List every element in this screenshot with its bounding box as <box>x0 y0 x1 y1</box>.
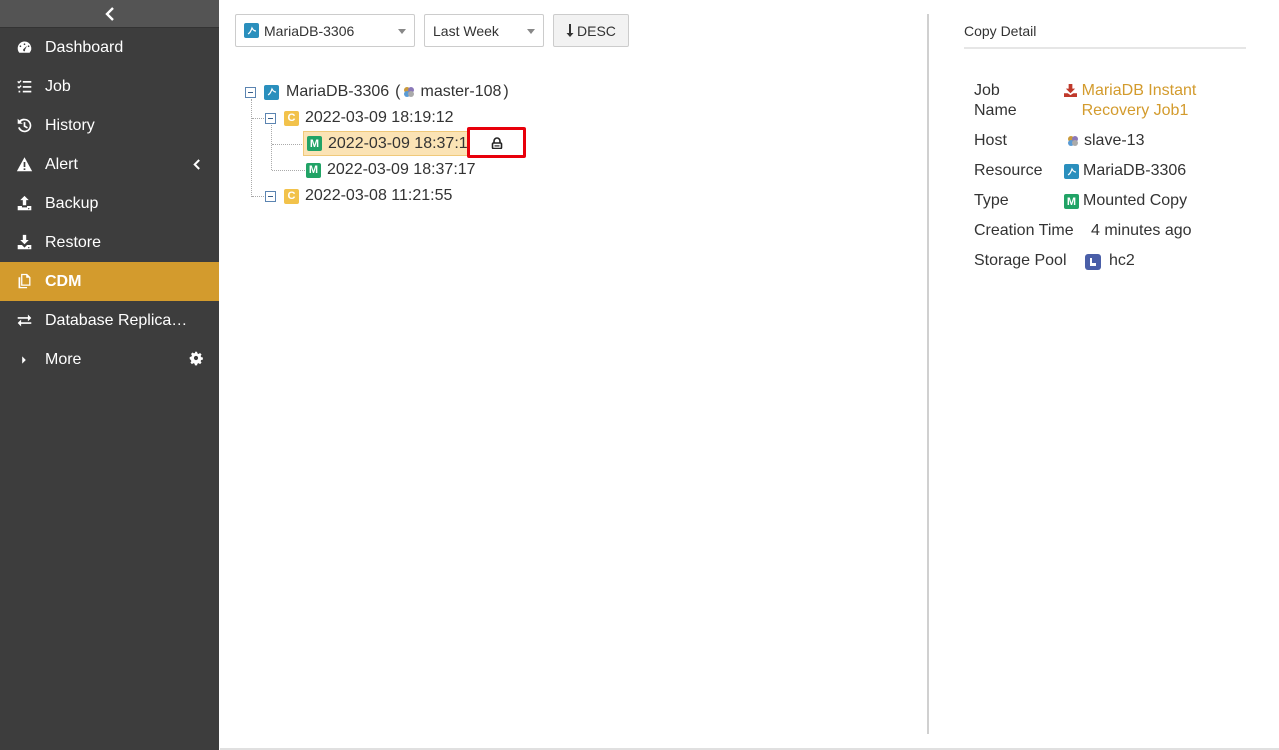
sidebar-item-cdm[interactable]: CDM <box>0 262 219 301</box>
detail-value-storage-pool: hc2 <box>1085 251 1135 271</box>
detail-label: Type <box>974 192 1009 209</box>
mount-badge: M <box>307 136 322 151</box>
sidebar-item-restore[interactable]: Restore <box>0 223 219 262</box>
collapse-toggle[interactable] <box>265 190 276 202</box>
copy-time: 2022-03-08 11:21:55 <box>305 187 453 204</box>
copy-badge: C <box>284 110 299 126</box>
sidebar-item-label: Dashboard <box>45 38 124 56</box>
history-icon <box>14 116 34 136</box>
caret-down-icon <box>398 29 406 34</box>
chevron-left-icon <box>104 6 114 21</box>
mariadb-icon <box>264 84 279 100</box>
time-range-select[interactable]: Last Week <box>424 14 544 47</box>
sidebar-item-backup[interactable]: Backup <box>0 184 219 223</box>
panel-divider <box>927 14 929 734</box>
tree-copy-node[interactable]: C 2022-03-09 18:19:12 <box>265 107 454 129</box>
host-paren-open: ( <box>395 83 401 100</box>
sidebar-collapse-button[interactable] <box>0 0 219 28</box>
time-range-select-value: Last Week <box>433 22 499 39</box>
sort-desc-button[interactable]: DESC <box>553 14 629 47</box>
download-icon <box>1064 84 1078 97</box>
tree-copy-node[interactable]: C 2022-03-08 11:21:55 <box>265 185 452 207</box>
sidebar-item-label: Backup <box>45 194 99 212</box>
caret-down-icon <box>527 29 535 34</box>
mount-badge: M <box>306 162 321 178</box>
copy-detail-panel: Copy Detail <box>964 14 1246 49</box>
sidebar-item-history[interactable]: History <box>0 106 219 145</box>
detail-value-type: M Mounted Copy <box>1064 191 1187 211</box>
root-host: master-108 <box>420 83 502 100</box>
detail-label: Creation Time <box>974 222 1074 239</box>
tree-connector <box>272 144 304 145</box>
resource-select-value: MariaDB-3306 <box>264 22 355 39</box>
detail-value-resource: MariaDB-3306 <box>1064 161 1186 181</box>
creation-time-value: 4 minutes ago <box>1091 222 1192 239</box>
tree-root-node[interactable]: MariaDB-3306 ( master-108 ) <box>245 81 509 103</box>
tree-connector <box>271 125 272 170</box>
detail-label: Host <box>974 132 1007 149</box>
detail-title: Copy Detail <box>964 14 1246 49</box>
sidebar-item-label: CDM <box>45 272 82 290</box>
sidebar-item-dashboard[interactable]: Dashboard <box>0 28 219 67</box>
toolbar: MariaDB-3306 Last Week DESC <box>235 14 629 47</box>
detail-label: Resource <box>974 162 1043 179</box>
sidebar-item-job[interactable]: Job <box>0 67 219 106</box>
sidebar-item-label: Restore <box>45 233 102 251</box>
storage-pool-value: hc2 <box>1109 252 1135 269</box>
sidebar-item-more[interactable]: More <box>0 340 219 379</box>
gear-icon[interactable] <box>189 351 203 366</box>
resource-select[interactable]: MariaDB-3306 <box>235 14 415 47</box>
tree-mount-node-selected[interactable]: M 2022-03-09 18:37:15 <box>303 131 484 156</box>
mariadb-icon <box>244 23 259 38</box>
dashboard-icon <box>14 38 34 58</box>
tree-connector <box>252 118 266 119</box>
storage-pool-icon <box>1085 254 1101 270</box>
detail-value-creation-time: 4 minutes ago <box>1091 221 1192 241</box>
detail-value-host: slave-13 <box>1064 131 1144 151</box>
sort-button-label: DESC <box>577 22 616 39</box>
chevron-left-icon <box>189 157 203 171</box>
host-paren-close: ) <box>503 83 509 100</box>
sidebar: Dashboard Job History Alert Backup Resto… <box>0 0 219 750</box>
sidebar-item-label: Job <box>45 77 71 95</box>
upload-icon <box>14 194 34 214</box>
detail-value-job: MariaDB Instant Recovery Job1 <box>1064 81 1249 121</box>
mount-time: 2022-03-09 18:37:17 <box>327 161 476 178</box>
detail-label: Job Name <box>974 82 1017 119</box>
type-value: Mounted Copy <box>1083 192 1188 209</box>
collapse-toggle[interactable] <box>245 86 256 98</box>
tree-mount-node[interactable]: M 2022-03-09 18:37:17 <box>306 159 476 181</box>
sidebar-item-alert[interactable]: Alert <box>0 145 219 184</box>
sidebar-item-label: More <box>45 350 82 368</box>
host-value: slave-13 <box>1084 132 1145 149</box>
detail-label: Storage Pool <box>974 252 1067 269</box>
mount-time: 2022-03-09 18:37:15 <box>328 134 477 152</box>
exchange-icon <box>14 311 34 331</box>
job-link[interactable]: MariaDB Instant Recovery Job1 <box>1082 81 1249 121</box>
sidebar-item-label: Alert <box>45 155 78 173</box>
sidebar-item-database-replication[interactable]: Database Replica… <box>0 301 219 340</box>
lock-icon <box>491 136 502 149</box>
mariadb-icon <box>1064 164 1079 179</box>
mount-badge-icon: M <box>1064 194 1079 209</box>
resource-value: MariaDB-3306 <box>1083 162 1187 179</box>
sidebar-item-label: Database Replica… <box>45 311 188 329</box>
copy-time: 2022-03-09 18:19:12 <box>305 109 454 126</box>
list-check-icon <box>14 77 34 97</box>
download-icon <box>14 233 34 253</box>
unmount-lock-button[interactable] <box>467 127 526 158</box>
arrow-down-icon <box>566 24 574 37</box>
tree-connector <box>272 170 305 171</box>
host-icon <box>402 85 416 99</box>
host-icon <box>1066 134 1080 148</box>
copy-icon <box>14 272 34 292</box>
root-label: MariaDB-3306 <box>286 83 390 100</box>
caret-right-icon <box>14 350 34 370</box>
tree-connector <box>252 196 266 197</box>
collapse-toggle[interactable] <box>265 112 276 124</box>
sidebar-item-label: History <box>45 116 95 134</box>
copy-badge: C <box>284 188 299 204</box>
warning-icon <box>14 155 34 175</box>
tree-connector <box>251 99 252 197</box>
